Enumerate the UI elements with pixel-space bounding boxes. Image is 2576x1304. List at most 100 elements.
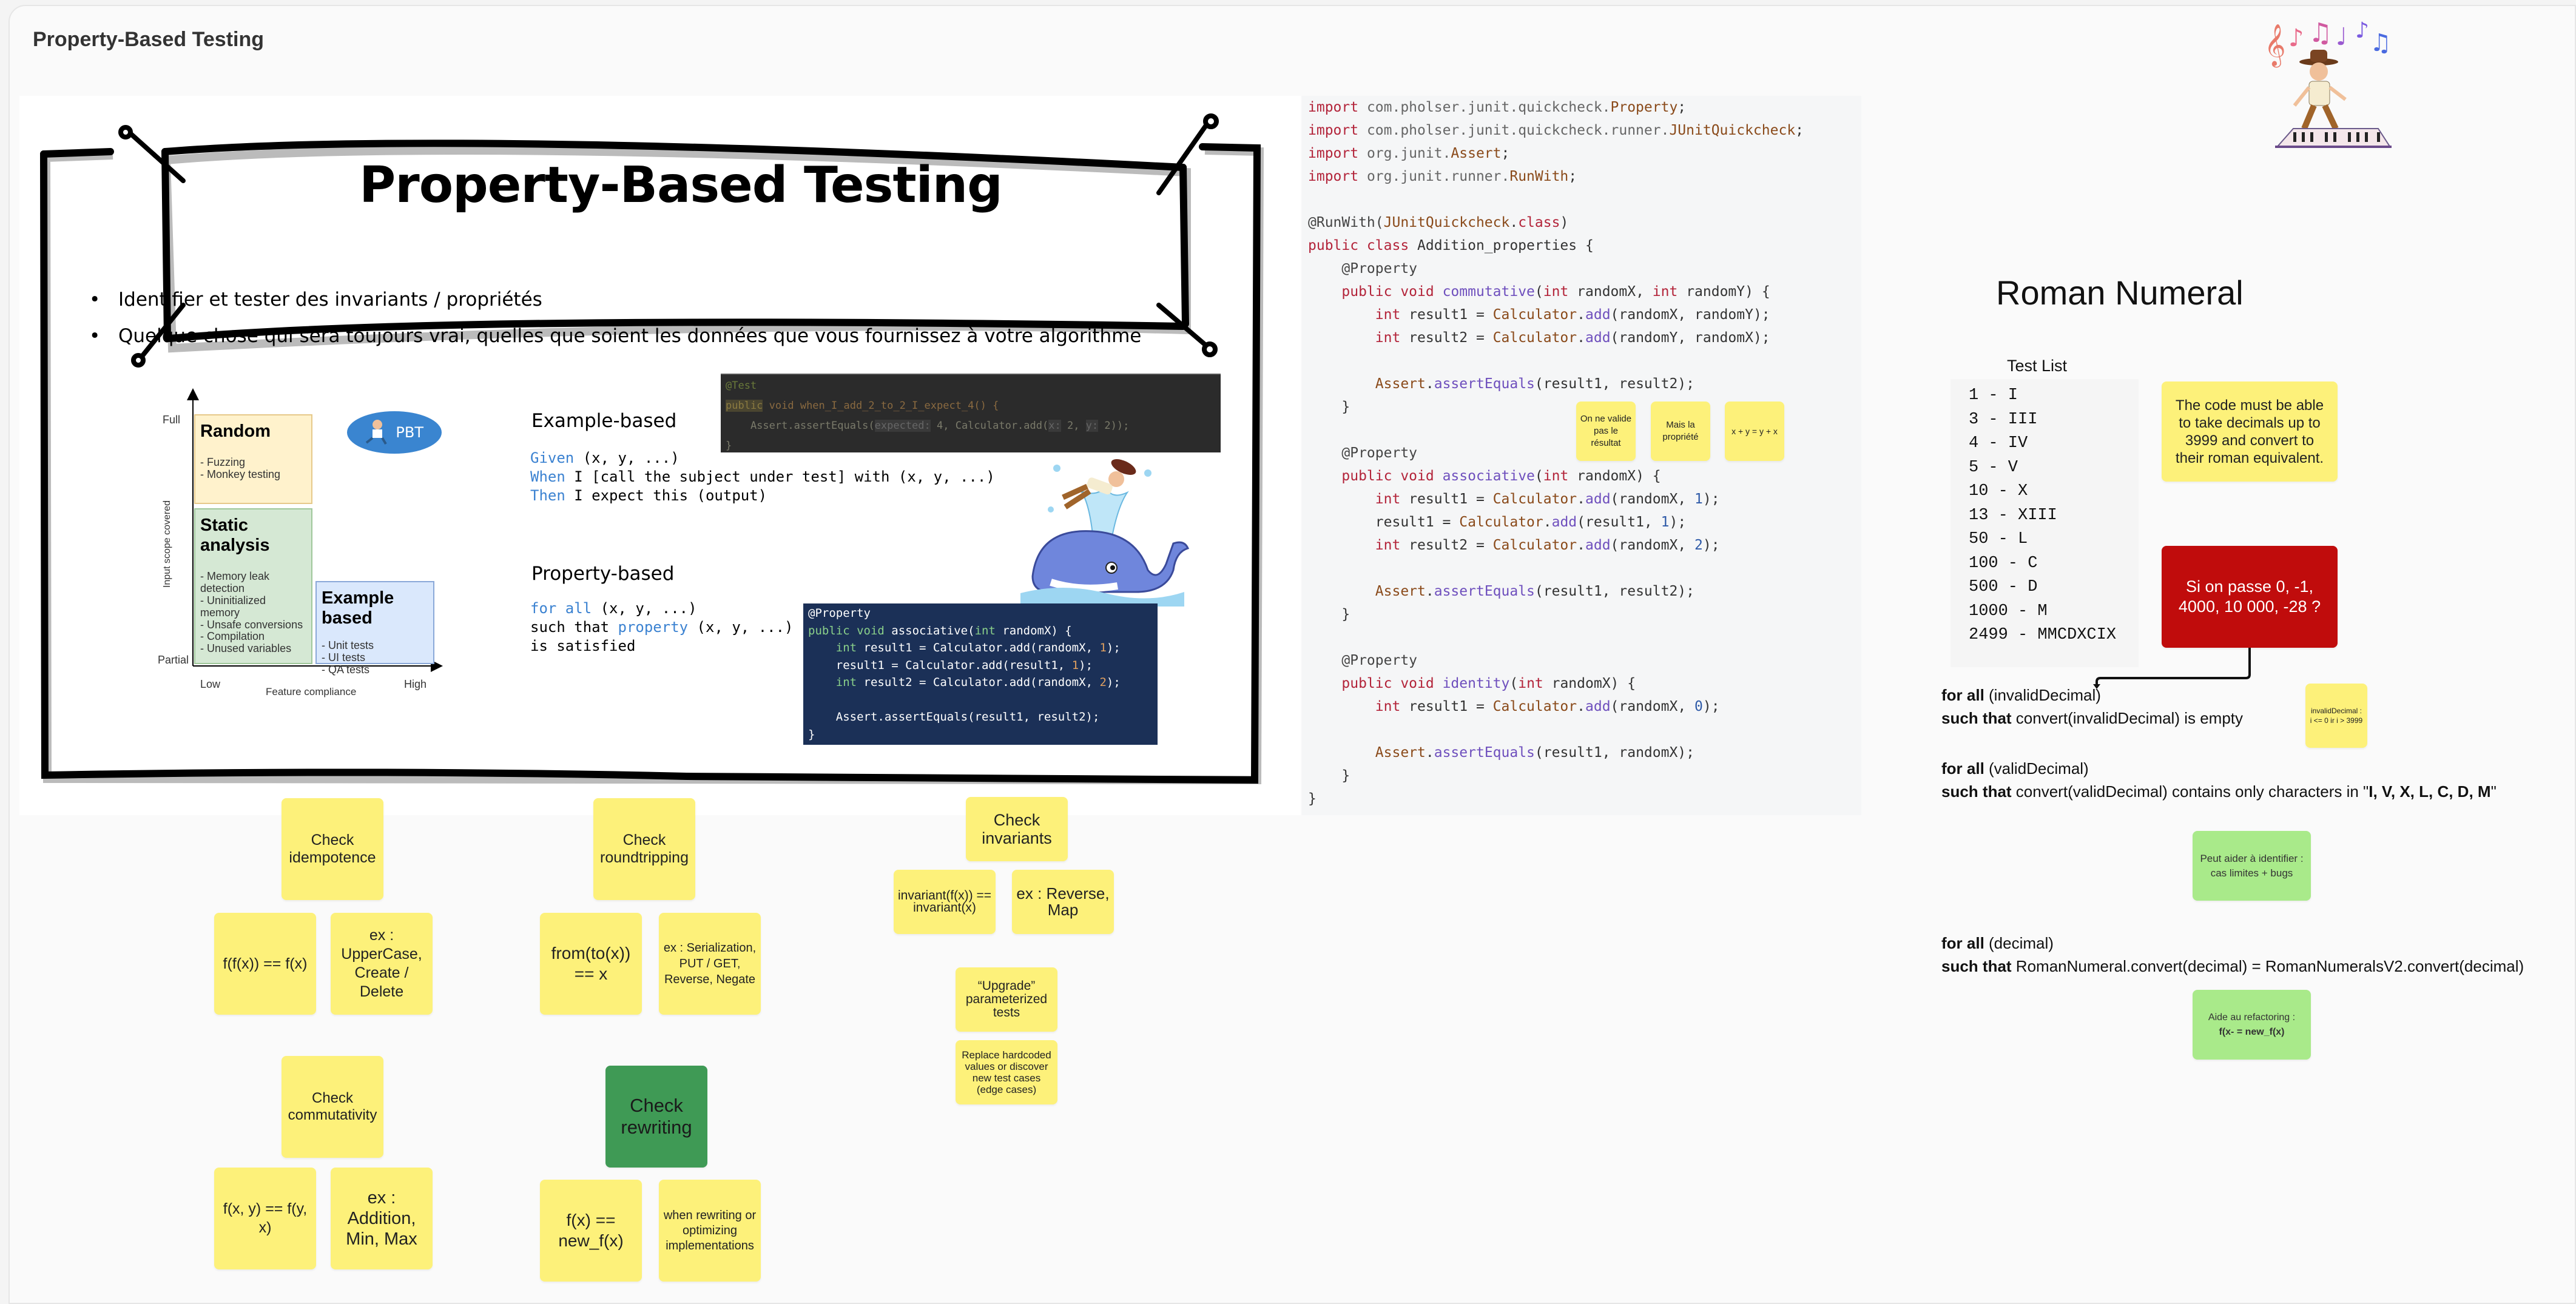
quadrant-random: Random - Fuzzing - Monkey testing: [194, 414, 312, 504]
test-list-item: 1 - I: [1969, 386, 2018, 405]
refactoring-note-text: Aide au refactoring :: [2208, 1012, 2296, 1023]
pattern-commutativity-formula[interactable]: f(x, y) == f(y, x): [214, 1168, 316, 1269]
pattern-rewriting-detail[interactable]: when rewriting or optimizing implementat…: [659, 1180, 761, 1282]
pattern-invariants-title[interactable]: Check invariants: [966, 797, 1068, 861]
pattern-commutativity-example[interactable]: ex : Addition, Min, Max: [331, 1168, 433, 1269]
import-line: import com.pholser.junit.quickcheck.runn…: [1308, 123, 1804, 138]
pattern-idempotence-formula[interactable]: f(f(x)) == f(x): [214, 913, 316, 1015]
close-brace: }: [1341, 768, 1350, 784]
property-refactoring: for all (decimal) such that RomanNumeral…: [1941, 932, 2524, 978]
assert-statement: Assert.assertEquals(result1, randomX);: [1375, 745, 1695, 761]
pattern-roundtripping-formula[interactable]: from(to(x)) == x: [540, 913, 642, 1015]
test-list-item: 500 - D: [1969, 578, 2038, 596]
test-list-item: 1000 - M: [1969, 602, 2048, 620]
test-list-item: 13 - XIII: [1969, 506, 2057, 525]
pattern-invariants-formula[interactable]: invariant(f(x)) == invariant(x): [894, 870, 996, 934]
requirement-note[interactable]: The code must be able to take decimals u…: [2162, 381, 2338, 482]
for-all-keyword: for all: [1941, 934, 1984, 952]
quadrant-title: Random: [200, 422, 271, 441]
assert-statement: Assert.assertEquals(result1, result2);: [1375, 376, 1695, 392]
bullet-item: Identifier et tester des invariants / pr…: [89, 289, 1141, 311]
pattern-invariants-example[interactable]: ex : Reverse, Map: [1012, 870, 1114, 934]
code-text: result1 = Calculator.add(randomX,: [857, 641, 1100, 654]
for-all-keyword: for all: [1941, 686, 1984, 704]
test-list-item: 50 - L: [1969, 530, 2028, 548]
code-text: 2));: [1098, 420, 1130, 432]
code-text: result1 = Calculator.add(result1,: [808, 658, 1072, 672]
property-test-code: @Property public void associative( int ra…: [803, 603, 1158, 745]
code-statement: int result2 = Calculator.add(randomY, ra…: [1375, 330, 1770, 346]
sticky-note[interactable]: x + y = y + x: [1725, 402, 1784, 461]
pattern-roundtripping-title[interactable]: Check roundtripping: [593, 798, 695, 900]
sticky-note[interactable]: Mais la propriété: [1651, 402, 1710, 461]
quadrant-item: - Unsafe conversions: [200, 619, 303, 631]
code-keyword: public void: [808, 623, 885, 637]
code-text: );: [1106, 641, 1121, 654]
gwt-text: I [call the subject under test] with (x,…: [565, 468, 995, 485]
code-text: associative(: [884, 623, 975, 637]
code-text: is satisfied: [530, 637, 636, 654]
y-axis-top-label: Full: [163, 414, 181, 426]
pattern-rewriting-title[interactable]: Check rewriting: [605, 1066, 707, 1168]
runwith-line: @RunWith(JUnitQuickcheck.class): [1308, 215, 1569, 230]
formula-text: convert(validDecimal) contains only char…: [2011, 782, 2369, 801]
for-all-keyword: for all: [530, 600, 592, 617]
pattern-idempotence-example[interactable]: ex : UpperCase, Create / Delete: [331, 913, 433, 1015]
sticky-note[interactable]: On ne valide pas le résultat: [1576, 402, 1636, 461]
code-keyword: int: [808, 676, 857, 689]
quadrant-item: - Monkey testing: [200, 468, 281, 480]
y-axis-bottom-label: Partial: [158, 654, 189, 666]
property-annotation: @Property: [1341, 653, 1418, 668]
pattern-upgrade-title[interactable]: “Upgrade” parameterized tests: [956, 967, 1057, 1032]
code-text: }: [726, 440, 732, 452]
whale-splash-image: [1020, 459, 1190, 607]
x-axis-label: Feature compliance: [266, 686, 357, 697]
import-line: import com.pholser.junit.quickcheck.Prop…: [1308, 99, 1687, 115]
formula-text: (validDecimal): [1984, 759, 2089, 778]
code-annotation: @Property: [808, 607, 871, 620]
quadrant-item: - Fuzzing: [200, 456, 246, 468]
avatar-piano-image[interactable]: 𝄞 ♪ ♫ ♩ ♪ ♫: [2251, 8, 2396, 148]
param-hint: expected:: [874, 420, 931, 432]
close-brace: }: [1341, 399, 1350, 415]
formula-text: (decimal): [1984, 934, 2054, 952]
pattern-roundtripping-example[interactable]: ex : Serialization, PUT / GET, Reverse, …: [659, 913, 761, 1015]
code-text: Assert.assertEquals(result1, result2);: [808, 710, 1100, 724]
param-hint: y:: [1085, 420, 1099, 432]
quadrant-item: - Compilation: [200, 630, 265, 642]
pattern-idempotence-title[interactable]: Check idempotence: [282, 798, 383, 900]
roman-chars: I, V, X, L, C, D, M: [2369, 782, 2491, 801]
edge-cases-note[interactable]: Peut aider à identifier : cas limites + …: [2193, 831, 2311, 901]
pattern-commutativity-title[interactable]: Check commutativity: [282, 1056, 383, 1158]
code-statement: int result2 = Calculator.add(randomX, 2)…: [1375, 537, 1720, 553]
code-number: 1: [1071, 658, 1079, 672]
assert-statement: Assert.assertEquals(result1, result2);: [1375, 583, 1695, 599]
quadrant-title: Example based: [322, 588, 394, 628]
bullet-item: Quelque chose qui sera toujours vrai, qu…: [89, 325, 1141, 347]
import-line: import org.junit.runner.RunWith;: [1308, 169, 1577, 184]
refactoring-note[interactable]: Aide au refactoring : f(x- = new_f(x): [2193, 990, 2311, 1060]
property-keyword: property: [618, 619, 689, 636]
slide-image[interactable]: Property-Based Testing Identifier et tes…: [19, 96, 1301, 815]
slide-bullets: Identifier et tester des invariants / pr…: [89, 289, 1141, 361]
close-brace: }: [1308, 791, 1317, 807]
such-that-keyword: such that: [1941, 709, 2012, 727]
property-annotation: @Property: [1341, 261, 1418, 277]
quadrant-item: - Memory leak detection: [200, 570, 270, 594]
for-all-keyword: for all: [1941, 759, 1984, 778]
property-annotation: @Property: [1341, 445, 1418, 461]
dancer-figure-icon: [2293, 50, 2347, 130]
pattern-upgrade-detail[interactable]: Replace hardcoded values or discover new…: [956, 1040, 1057, 1104]
code-text: randomX) {: [995, 623, 1072, 637]
method-signature: public void associative(int randomX) {: [1341, 468, 1661, 484]
code-text: 4, Calculator.add(: [930, 420, 1049, 432]
invalid-decimal-note[interactable]: invalidDecimal : i <= 0 ir i > 3999: [2305, 684, 2367, 748]
pbt-badge: PBT: [347, 411, 442, 454]
pattern-rewriting-formula[interactable]: f(x) == new_f(x): [540, 1180, 642, 1282]
edge-values-question-note[interactable]: Si on passe 0, -1, 4000, 10 000, -28 ?: [2162, 546, 2338, 648]
formula-text: convert(invalidDecimal) is empty: [2011, 709, 2244, 727]
property-valid-decimal: for all (validDecimal) such that convert…: [1941, 757, 2497, 803]
quadrant-title: Static analysis: [200, 516, 270, 555]
test-list-item: 3 - III: [1969, 410, 2038, 429]
property-based-text: for all (x, y, ...) such that property (…: [530, 599, 793, 656]
